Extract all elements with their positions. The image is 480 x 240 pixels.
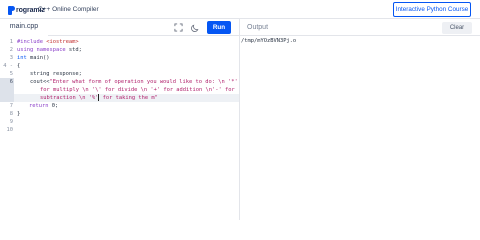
code-line: 4 - { (0, 62, 239, 70)
code-token: main() (26, 55, 50, 61)
output-label: Output (247, 24, 269, 31)
code-text: subtraction \n '%' for taking the m" (40, 94, 158, 102)
code-line-active: subtraction \n '%' for taking the m" (0, 94, 239, 102)
code-line: 2 using namespace std; (0, 46, 239, 54)
code-token: int (17, 55, 27, 61)
code-line: 10 (0, 126, 239, 134)
line-number: 8 (9, 111, 13, 117)
code-text: { (17, 63, 21, 69)
code-token: #include (17, 39, 47, 45)
code-text: cout<<"Enter what form of operation you … (17, 78, 238, 86)
code-line: 5 string response; (0, 70, 239, 78)
fullscreen-icon-svg (173, 23, 183, 32)
code-line: 7 return 0; (0, 102, 239, 110)
line-number: 5 (9, 71, 13, 77)
app-header: rogramiz C++ Online Compiler Interactive… (0, 0, 480, 19)
code-text: string response; (17, 71, 82, 77)
code-line: 8 } (0, 110, 239, 118)
line-number: 9 (9, 119, 13, 125)
clear-button[interactable]: Clear (442, 22, 472, 34)
programiz-logo-icon (8, 5, 15, 15)
line-gutter (0, 94, 14, 102)
code-line: 3 int main() (0, 54, 239, 62)
line-number[interactable]: 4 - (0, 62, 14, 70)
run-button[interactable]: Run (207, 21, 231, 34)
code-token: return (29, 103, 49, 109)
output-console[interactable]: /tmp/mYOzBVN3Pj.o (241, 38, 296, 44)
fullscreen-icon[interactable] (172, 22, 184, 33)
code-token: using namespace (17, 47, 66, 53)
code-text: } (17, 111, 21, 117)
code-text: int main() (17, 54, 49, 62)
interactive-python-course-button[interactable]: Interactive Python Course (393, 2, 471, 17)
code-line: 6 cout<<"Enter what form of operation yo… (0, 78, 239, 86)
toolbar: main.cpp Run Output Clear (0, 19, 480, 36)
code-line: 9 (0, 118, 239, 126)
dark-mode-moon-icon[interactable] (189, 22, 201, 33)
code-text: using namespace std; (17, 46, 82, 54)
line-number: 10 (6, 127, 14, 133)
code-token: 0; (48, 103, 59, 109)
line-number: 6 (0, 78, 14, 86)
line-number: 7 (9, 103, 13, 109)
code-line: 1 #include <iostream> (0, 38, 239, 46)
line-number: 1 (9, 39, 13, 45)
code-token: for taking the m" (99, 95, 158, 101)
code-token: subtraction \n '%' (40, 95, 99, 101)
moon-icon-svg (190, 24, 198, 32)
code-token: std; (65, 47, 82, 53)
code-token: cout<< (17, 79, 50, 85)
page-title: C++ Online Compiler (38, 6, 99, 13)
code-text: for multiply \n '\' for divide \n '+' fo… (40, 87, 235, 93)
code-text: #include <iostream> (17, 38, 79, 46)
line-number: 2 (9, 47, 13, 53)
code-text: return 0; (29, 102, 58, 110)
tab-main-cpp[interactable]: main.cpp (0, 19, 48, 36)
code-line-wrapped: for multiply \n '\' for divide \n '+' fo… (0, 86, 239, 94)
code-token: "Enter what form of operation you would … (49, 79, 238, 85)
pane-divider[interactable] (239, 19, 240, 220)
code-token: <iostream> (46, 39, 79, 45)
code-editor[interactable]: 1 #include <iostream> 2 using namespace … (0, 36, 239, 220)
line-number: 3 (9, 55, 13, 61)
line-gutter (0, 86, 14, 94)
